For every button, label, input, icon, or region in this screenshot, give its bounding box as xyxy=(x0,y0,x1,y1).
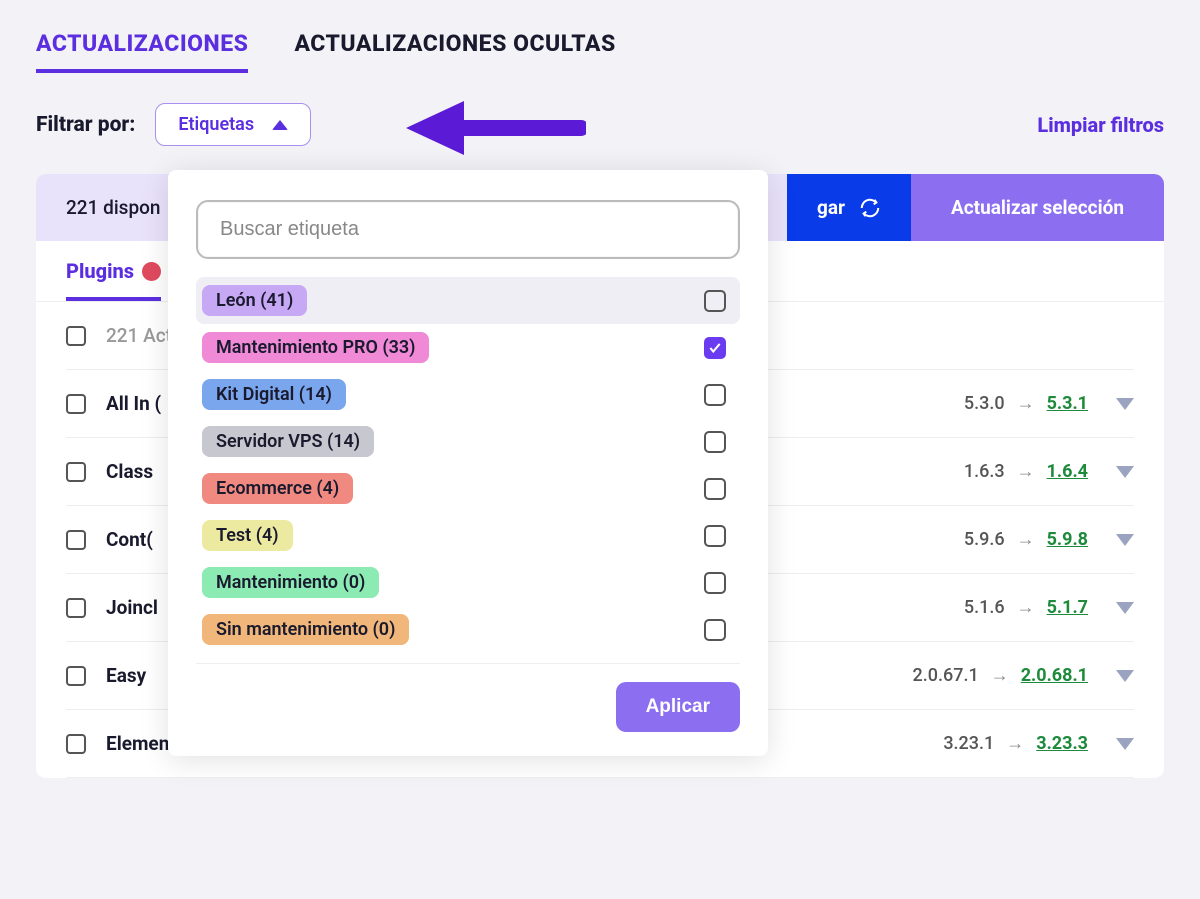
select-all-checkbox[interactable] xyxy=(66,326,86,346)
tag-checkbox[interactable] xyxy=(704,572,726,594)
tag-checkbox[interactable] xyxy=(704,525,726,547)
row-checkbox[interactable] xyxy=(66,734,86,754)
expand-row-icon[interactable] xyxy=(1116,670,1134,682)
subtab-plugins[interactable]: Plugins xyxy=(66,259,161,301)
annotation-arrow-icon xyxy=(406,93,586,163)
arrow-right-icon: → xyxy=(1017,529,1035,550)
tag-pill: Sin mantenimiento (0) xyxy=(202,614,409,645)
tag-row[interactable]: Ecommerce (4) xyxy=(196,465,740,512)
version-group: 1.6.3 → 1.6.4 xyxy=(964,461,1088,482)
row-checkbox[interactable] xyxy=(66,462,86,482)
arrow-right-icon: → xyxy=(991,665,1009,686)
tag-search-input[interactable] xyxy=(196,200,740,259)
filter-label: Filtrar por: xyxy=(36,113,135,137)
row-checkbox[interactable] xyxy=(66,666,86,686)
top-tabs: ACTUALIZACIONES ACTUALIZACIONES OCULTAS xyxy=(36,30,1164,73)
tag-row[interactable]: Mantenimiento PRO (33) xyxy=(196,324,740,371)
version-group: 2.0.67.1 → 2.0.68.1 xyxy=(913,665,1088,686)
tag-pill: León (41) xyxy=(202,285,307,316)
tags-dropdown: León (41) Mantenimiento PRO (33) Kit Dig… xyxy=(168,170,768,756)
version-from: 1.6.3 xyxy=(964,461,1005,482)
filter-tags-button[interactable]: Etiquetas xyxy=(155,103,311,146)
update-selection-button[interactable]: Actualizar selección xyxy=(911,174,1164,241)
subtab-plugins-label: Plugins xyxy=(66,259,134,283)
tag-checkbox[interactable] xyxy=(704,290,726,312)
version-from: 5.1.6 xyxy=(964,597,1005,618)
caret-up-icon xyxy=(272,120,288,130)
filter-tags-label: Etiquetas xyxy=(178,114,254,135)
version-to[interactable]: 2.0.68.1 xyxy=(1021,665,1088,686)
expand-row-icon[interactable] xyxy=(1116,534,1134,546)
expand-row-icon[interactable] xyxy=(1116,398,1134,410)
expand-row-icon[interactable] xyxy=(1116,466,1134,478)
arrow-right-icon: → xyxy=(1017,597,1035,618)
version-from: 2.0.67.1 xyxy=(913,665,979,686)
reload-label: gar xyxy=(817,196,845,219)
tag-pill: Mantenimiento PRO (33) xyxy=(202,332,429,363)
tag-row[interactable]: Sin mantenimiento (0) xyxy=(196,606,740,653)
row-checkbox[interactable] xyxy=(66,394,86,414)
version-to[interactable]: 5.9.8 xyxy=(1047,529,1088,550)
filter-row: Filtrar por: Etiquetas Limpiar filtros xyxy=(36,103,1164,146)
tag-pill: Test (4) xyxy=(202,520,293,551)
version-group: 5.1.6 → 5.1.7 xyxy=(964,597,1088,618)
tag-pill: Ecommerce (4) xyxy=(202,473,353,504)
version-from: 5.9.6 xyxy=(964,529,1005,550)
arrow-right-icon: → xyxy=(1017,461,1035,482)
tag-row[interactable]: Test (4) xyxy=(196,512,740,559)
tag-row[interactable]: Kit Digital (14) xyxy=(196,371,740,418)
version-to[interactable]: 5.1.7 xyxy=(1047,597,1088,618)
tag-row[interactable]: Servidor VPS (14) xyxy=(196,418,740,465)
expand-row-icon[interactable] xyxy=(1116,602,1134,614)
tag-pill: Servidor VPS (14) xyxy=(202,426,374,457)
row-checkbox[interactable] xyxy=(66,530,86,550)
version-group: 5.3.0 → 5.3.1 xyxy=(964,393,1088,414)
version-group: 3.23.1 → 3.23.3 xyxy=(943,733,1088,754)
version-from: 3.23.1 xyxy=(943,733,994,754)
row-checkbox[interactable] xyxy=(66,598,86,618)
tag-pill: Mantenimiento (0) xyxy=(202,567,379,598)
tag-checkbox[interactable] xyxy=(704,384,726,406)
tag-checkbox[interactable] xyxy=(704,478,726,500)
subtab-badge xyxy=(142,262,161,281)
tag-checkbox[interactable] xyxy=(704,619,726,641)
tag-row[interactable]: Mantenimiento (0) xyxy=(196,559,740,606)
clear-filters-link[interactable]: Limpiar filtros xyxy=(1037,113,1164,137)
arrow-right-icon: → xyxy=(1006,733,1024,754)
apply-button[interactable]: Aplicar xyxy=(616,682,740,732)
version-to[interactable]: 5.3.1 xyxy=(1047,393,1088,414)
version-group: 5.9.6 → 5.9.8 xyxy=(964,529,1088,550)
tag-list: León (41) Mantenimiento PRO (33) Kit Dig… xyxy=(196,277,740,664)
version-to[interactable]: 3.23.3 xyxy=(1036,733,1088,754)
expand-row-icon[interactable] xyxy=(1116,738,1134,750)
version-to[interactable]: 1.6.4 xyxy=(1047,461,1088,482)
tag-checkbox[interactable] xyxy=(704,337,726,359)
tag-row[interactable]: León (41) xyxy=(196,277,740,324)
tab-updates[interactable]: ACTUALIZACIONES xyxy=(36,30,248,73)
reload-icon xyxy=(859,197,881,219)
reload-button[interactable]: gar xyxy=(787,174,911,241)
tag-checkbox[interactable] xyxy=(704,431,726,453)
version-from: 5.3.0 xyxy=(964,393,1005,414)
tag-pill: Kit Digital (14) xyxy=(202,379,346,410)
tab-hidden-updates[interactable]: ACTUALIZACIONES OCULTAS xyxy=(294,30,615,73)
arrow-right-icon: → xyxy=(1017,393,1035,414)
